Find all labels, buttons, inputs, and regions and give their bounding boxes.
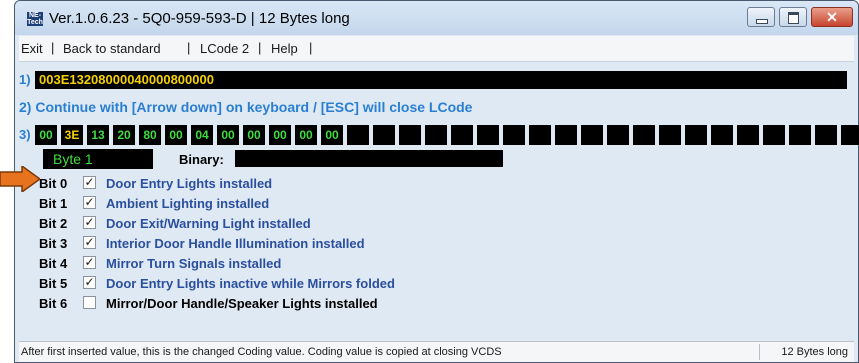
- close-icon: ✕: [826, 9, 838, 25]
- checkmark-icon: ✓: [84, 175, 95, 189]
- byte-cell-empty[interactable]: [399, 125, 421, 145]
- bit-checkbox[interactable]: ✓: [83, 236, 96, 249]
- bit-description: Ambient Lighting installed: [106, 196, 270, 211]
- binary-label: Binary:: [179, 152, 224, 167]
- byte-cell-6[interactable]: 04: [191, 125, 213, 145]
- checkmark-icon: ✓: [84, 235, 95, 249]
- byte-cell-9[interactable]: 00: [269, 125, 291, 145]
- byte-cell-empty[interactable]: [477, 125, 499, 145]
- minimize-button[interactable]: [747, 7, 775, 27]
- menu-back-to-standard[interactable]: Back to standard: [63, 41, 161, 56]
- app-icon: NE-Tech: [27, 12, 43, 26]
- menu-separator: |: [309, 40, 313, 55]
- byte-cell-empty[interactable]: [373, 125, 395, 145]
- byte-cell-empty[interactable]: [529, 125, 551, 145]
- checkmark-icon: ✓: [84, 215, 95, 229]
- bit-checkbox[interactable]: ✓: [83, 216, 96, 229]
- byte-cell-empty[interactable]: [503, 125, 525, 145]
- byte-cell-empty[interactable]: [659, 125, 681, 145]
- coding-value-text: 003E13208000040000800000: [39, 72, 214, 87]
- menu-separator: |: [187, 40, 191, 55]
- bit-label: Bit 2: [39, 216, 68, 231]
- bit-label: Bit 5: [39, 276, 68, 291]
- menu-lcode2[interactable]: LCode 2: [200, 41, 249, 56]
- row3-label: 3): [19, 127, 31, 142]
- content-panel: 1) 003E13208000040000800000 2) Continue …: [19, 62, 859, 341]
- status-divider: [759, 344, 760, 360]
- menu-separator: |: [51, 40, 55, 55]
- byte-cell-3[interactable]: 20: [113, 125, 135, 145]
- byte-cell-5[interactable]: 00: [165, 125, 187, 145]
- title-bar[interactable]: NE-Tech Ver.1.0.6.23 - 5Q0-959-593-D | 1…: [15, 1, 858, 35]
- byte-cell-11[interactable]: 00: [321, 125, 343, 145]
- byte-cell-empty[interactable]: [711, 125, 733, 145]
- bit-label: Bit 1: [39, 196, 68, 211]
- maximize-button[interactable]: [779, 7, 807, 27]
- byte-cell-2[interactable]: 13: [87, 125, 109, 145]
- coding-value-field[interactable]: 003E13208000040000800000: [35, 71, 847, 89]
- byte-cell-10[interactable]: 00: [295, 125, 317, 145]
- byte-cell-0[interactable]: 00: [35, 125, 57, 145]
- bit-description: Mirror Turn Signals installed: [106, 256, 282, 271]
- byte-cell-empty[interactable]: [425, 125, 447, 145]
- arrow-pointer-icon: [0, 166, 40, 192]
- byte-cell-7[interactable]: 00: [217, 125, 239, 145]
- bit-checkbox[interactable]: ✓: [83, 176, 96, 189]
- menu-exit[interactable]: Exit: [21, 41, 43, 56]
- byte-cell-empty[interactable]: [581, 125, 603, 145]
- bit-description: Door Entry Lights installed: [106, 176, 273, 191]
- menu-separator: |: [258, 40, 262, 55]
- bit-description: Interior Door Handle Illumination instal…: [106, 236, 365, 251]
- byte-label: Byte 1: [43, 149, 153, 169]
- bit-checkbox[interactable]: [83, 296, 96, 309]
- row1-label: 1): [19, 72, 31, 87]
- close-button[interactable]: ✕: [811, 7, 853, 27]
- byte-cell-empty[interactable]: [555, 125, 577, 145]
- bit-checkbox[interactable]: ✓: [83, 276, 96, 289]
- menu-bar: Exit | Back to standard | LCode 2 | Help…: [19, 36, 854, 62]
- menu-help[interactable]: Help: [271, 41, 298, 56]
- byte-cell-empty[interactable]: [789, 125, 811, 145]
- byte-cell-8[interactable]: 00: [243, 125, 265, 145]
- byte-cell-empty[interactable]: [763, 125, 785, 145]
- status-text: After first inserted value, this is the …: [21, 346, 502, 358]
- bit-label: Bit 0: [39, 176, 68, 191]
- maximize-icon: [788, 12, 799, 24]
- byte-cell-empty[interactable]: [451, 125, 473, 145]
- minimize-icon: [756, 19, 768, 24]
- bit-description: Door Entry Lights inactive while Mirrors…: [106, 276, 395, 291]
- window-title: Ver.1.0.6.23 - 5Q0-959-593-D | 12 Bytes …: [49, 10, 350, 27]
- binary-field: [235, 150, 503, 167]
- bit-checkbox[interactable]: ✓: [83, 196, 96, 209]
- byte-cell-empty[interactable]: [815, 125, 837, 145]
- byte-cell-empty[interactable]: [685, 125, 707, 145]
- byte-cell-empty[interactable]: [347, 125, 369, 145]
- bit-description: Mirror/Door Handle/Speaker Lights instal…: [106, 296, 378, 311]
- bit-label: Bit 4: [39, 256, 68, 271]
- status-byte-count: 12 Bytes long: [781, 346, 848, 358]
- byte-cell-4[interactable]: 80: [139, 125, 161, 145]
- checkmark-icon: ✓: [84, 275, 95, 289]
- lcode-window: NE-Tech Ver.1.0.6.23 - 5Q0-959-593-D | 1…: [14, 0, 859, 363]
- byte-cell-empty[interactable]: [737, 125, 759, 145]
- checkmark-icon: ✓: [84, 255, 95, 269]
- byte-cell-empty[interactable]: [841, 125, 859, 145]
- checkmark-icon: ✓: [84, 195, 95, 209]
- instruction-text: 2) Continue with [Arrow down] on keyboar…: [19, 99, 473, 115]
- bit-description: Door Exit/Warning Light installed: [106, 216, 311, 231]
- bit-label: Bit 3: [39, 236, 68, 251]
- byte-cell-empty[interactable]: [633, 125, 655, 145]
- byte-cell-empty[interactable]: [607, 125, 629, 145]
- bit-checkbox[interactable]: ✓: [83, 256, 96, 269]
- bit-label: Bit 6: [39, 296, 68, 311]
- status-bar: After first inserted value, this is the …: [19, 341, 854, 362]
- byte-cell-1[interactable]: 3E: [61, 125, 83, 145]
